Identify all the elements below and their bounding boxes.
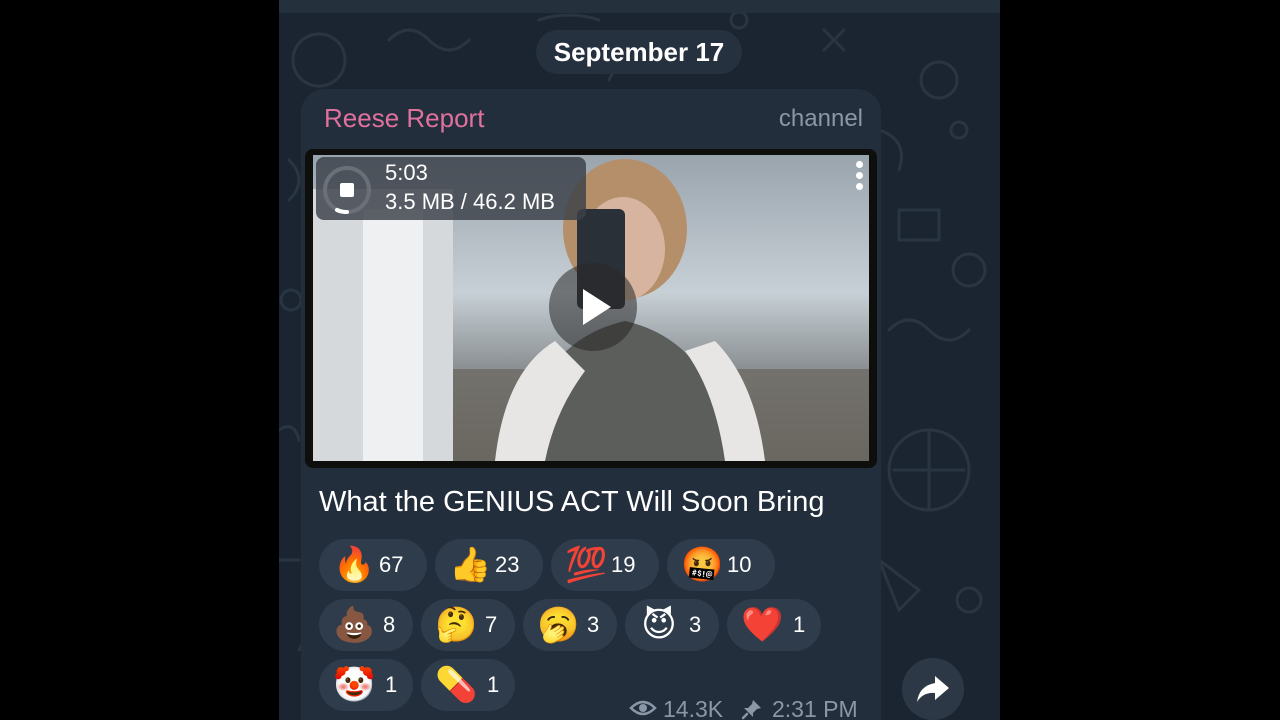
reaction-count: 10 [727, 552, 752, 577]
reaction-pill[interactable]: 💊 1 [421, 659, 515, 711]
reaction-poop[interactable]: 💩 8 [319, 599, 413, 651]
reaction-count: 3 [689, 612, 702, 637]
smiling-devil-icon: 😈 [641, 605, 677, 645]
reaction-clown[interactable]: 🤡 1 [319, 659, 413, 711]
reaction-cursing-face[interactable]: 🤬 10 [667, 539, 775, 591]
thinking-face-icon: 🤔 [435, 605, 478, 645]
reaction-heart[interactable]: ❤️ 1 [727, 599, 821, 651]
channel-label: channel [778, 105, 863, 132]
download-status[interactable]: 5:03 3.5 MB / 46.2 MB [316, 157, 586, 220]
reaction-fire[interactable]: 🔥 67 [319, 539, 427, 591]
yawning-face-icon: 🥱 [537, 605, 580, 645]
thumbs-up-icon: 👍 [449, 545, 492, 585]
post-caption: What the GENIUS ACT Will Soon Bring [319, 486, 825, 518]
fire-icon: 🔥 [333, 545, 376, 585]
play-button[interactable] [549, 263, 637, 351]
poop-icon: 💩 [333, 605, 376, 645]
eye-icon [629, 700, 657, 716]
cursing-face-icon: 🤬 [681, 545, 724, 585]
clown-face-icon: 🤡 [333, 665, 376, 705]
reaction-count: 7 [485, 612, 498, 637]
video-player[interactable]: 5:03 3.5 MB / 46.2 MB [305, 149, 877, 468]
channel-name[interactable]: Reese Report [324, 103, 484, 134]
reaction-count: 3 [587, 612, 600, 637]
date-separator: September 17 [536, 30, 742, 74]
chat-screen: September 17 Reese Report channel 5:03 3… [279, 0, 1000, 720]
heart-icon: ❤️ [741, 605, 784, 645]
reaction-count: 8 [383, 612, 396, 637]
reaction-count: 19 [611, 552, 636, 577]
reaction-yawning[interactable]: 🥱 3 [523, 599, 617, 651]
reaction-thinking[interactable]: 🤔 7 [421, 599, 515, 651]
play-icon [583, 289, 611, 325]
top-bar [279, 0, 1000, 13]
reaction-smiling-devil[interactable]: 😈 3 [625, 599, 719, 651]
share-button[interactable] [902, 658, 964, 720]
hundred-points-icon: 💯 [565, 545, 608, 585]
reaction-count: 23 [495, 552, 520, 577]
reaction-count: 1 [793, 612, 806, 637]
reaction-hundred[interactable]: 💯 19 [551, 539, 659, 591]
post-meta: 14.3K 2:31 PM [629, 694, 869, 720]
post-time: 2:31 PM [772, 696, 858, 720]
views-count: 14.3K [663, 696, 724, 720]
reactions-bar: 🔥 67 👍 23 💯 19 🤬 10 💩 8 🤔 7 🥱 3 😈 3 ❤️ 1… [319, 539, 869, 720]
pill-icon: 💊 [435, 665, 478, 705]
reaction-count: 67 [379, 552, 404, 577]
reaction-thumbs-up[interactable]: 👍 23 [435, 539, 543, 591]
video-duration: 5:03 [385, 160, 428, 185]
reaction-count: 1 [385, 672, 398, 697]
download-stop-icon[interactable] [320, 163, 374, 217]
pin-icon [741, 700, 761, 720]
more-vertical-icon[interactable] [851, 161, 867, 201]
share-arrow-icon [917, 676, 949, 702]
download-progress: 3.5 MB / 46.2 MB [385, 189, 555, 214]
reaction-count: 1 [487, 672, 500, 697]
message-bubble[interactable]: Reese Report channel 5:03 3.5 MB / 46.2 … [301, 89, 881, 720]
